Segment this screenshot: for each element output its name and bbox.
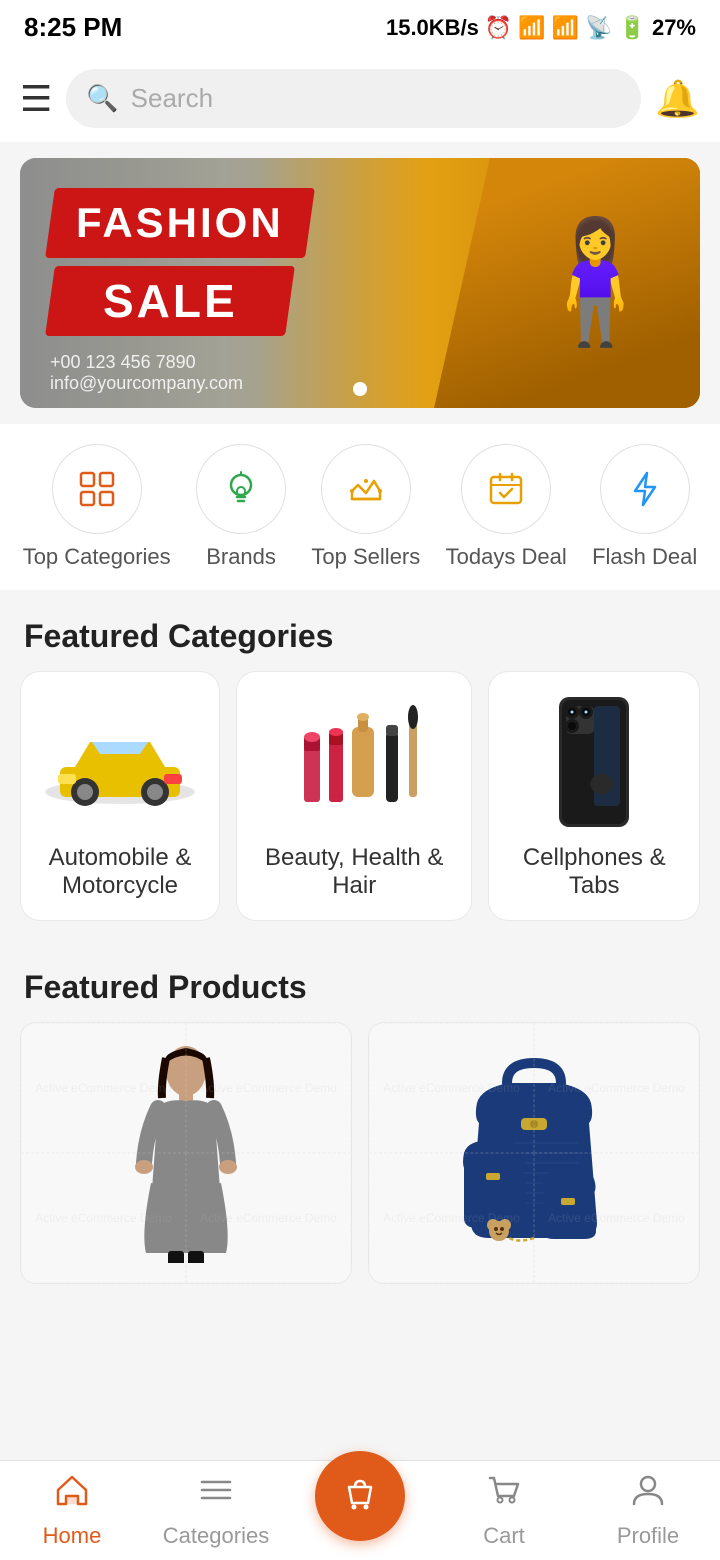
top-sellers-label: Top Sellers [311, 544, 420, 570]
banner-sale-text: SALE [103, 274, 238, 328]
cart-icon [486, 1472, 522, 1517]
featured-categories-heading: Featured Categories [0, 590, 720, 671]
cart-svg [486, 1472, 522, 1508]
nav-categories[interactable]: Categories [144, 1472, 288, 1549]
banner[interactable]: FASHION SALE +00 123 456 7890 info@yourc… [20, 158, 700, 408]
banner-person: 🧍‍♀️ [521, 213, 670, 353]
product-card-bag[interactable]: Active eCommerce Demo Active eCommerce D… [368, 1022, 700, 1284]
flash-deal-icon-circle [600, 444, 690, 534]
beauty-svg [274, 697, 434, 827]
header: ☰ 🔍 Search 🔔 [0, 55, 720, 142]
banner-phone: +00 123 456 7890 [50, 352, 310, 373]
nav-item-brands[interactable]: Brands [196, 444, 286, 570]
nav-item-top-sellers[interactable]: Top Sellers [311, 444, 420, 570]
cart-bag-icon [341, 1477, 379, 1515]
hamburger-icon[interactable]: ☰ [20, 78, 52, 120]
grid-icon [77, 469, 117, 509]
crown-icon [346, 469, 386, 509]
nav-cart[interactable]: Cart [432, 1472, 576, 1549]
todays-deal-icon-circle [461, 444, 551, 534]
categories-scroll: Automobile &Motorcycle [0, 671, 720, 941]
product-card-dress[interactable]: Active eCommerce Demo Active eCommerce D… [20, 1022, 352, 1284]
home-label: Home [43, 1523, 102, 1549]
cart-label: Cart [483, 1523, 525, 1549]
wifi-icon: 📡 [585, 15, 612, 41]
status-time: 8:25 PM [24, 12, 122, 43]
battery-percent: 27% [652, 15, 696, 41]
banner-email: info@yourcompany.com [50, 373, 310, 394]
banner-contact-info: +00 123 456 7890 info@yourcompany.com [50, 352, 310, 394]
calendar-check-icon [486, 469, 526, 509]
search-placeholder-text: Search [131, 83, 213, 114]
home-svg [54, 1472, 90, 1508]
automobile-image [40, 692, 200, 832]
flash-deal-label: Flash Deal [592, 544, 697, 570]
featured-products-heading: Featured Products [0, 941, 720, 1022]
center-cart-button[interactable] [315, 1451, 405, 1541]
phone-svg [534, 692, 654, 832]
home-icon [54, 1472, 90, 1517]
top-categories-label: Top Categories [23, 544, 171, 570]
bottom-navigation: Home Categories [0, 1460, 720, 1560]
dress-svg [116, 1043, 256, 1263]
cellphones-image [514, 692, 674, 832]
nav-profile[interactable]: Profile [576, 1472, 720, 1549]
beauty-label: Beauty, Health & Hair [257, 844, 451, 900]
nav-home[interactable]: Home [0, 1472, 144, 1549]
network-speed: 15.0KB/s [386, 15, 479, 41]
dress-product-image: Active eCommerce Demo Active eCommerce D… [21, 1023, 351, 1283]
category-card-automobile[interactable]: Automobile &Motorcycle [20, 671, 220, 921]
bottom-spacer [0, 1304, 720, 1414]
car-svg [40, 712, 200, 812]
automobile-label: Automobile &Motorcycle [49, 844, 192, 900]
brands-label: Brands [206, 544, 276, 570]
todays-deal-label: Todays Deal [446, 544, 567, 570]
list-svg [198, 1472, 234, 1508]
signal2-icon: 📶 [552, 15, 579, 41]
categories-label: Categories [163, 1523, 269, 1549]
brands-icon-circle [196, 444, 286, 534]
bell-icon[interactable]: 🔔 [655, 78, 700, 120]
bag-svg [459, 1053, 609, 1253]
search-bar[interactable]: 🔍 Search [66, 69, 641, 128]
profile-svg [630, 1472, 666, 1508]
top-categories-icon-circle [52, 444, 142, 534]
category-card-beauty[interactable]: Beauty, Health & Hair [236, 671, 472, 921]
nav-center-cart-wrapper [288, 1481, 432, 1541]
battery-icon: 🔋 [619, 15, 646, 41]
status-bar: 8:25 PM 15.0KB/s ⏰ 📶 📶 📡 🔋 27% [0, 0, 720, 55]
cellphones-label: Cellphones & Tabs [509, 844, 679, 900]
nav-item-top-categories[interactable]: Top Categories [23, 444, 171, 570]
banner-dot-indicator [353, 382, 367, 396]
quick-nav: Top Categories Brands Top Sellers [0, 424, 720, 590]
lightning-icon [625, 469, 665, 509]
nav-item-flash-deal[interactable]: Flash Deal [592, 444, 697, 570]
status-right: 15.0KB/s ⏰ 📶 📶 📡 🔋 27% [386, 15, 696, 41]
products-grid: Active eCommerce Demo Active eCommerce D… [0, 1022, 720, 1304]
banner-fashion-text: FASHION [76, 199, 284, 247]
top-sellers-icon-circle [321, 444, 411, 534]
beauty-image [274, 692, 434, 832]
category-card-cellphones[interactable]: Cellphones & Tabs [488, 671, 700, 921]
search-icon: 🔍 [86, 83, 118, 114]
bag-product-image: Active eCommerce Demo Active eCommerce D… [369, 1023, 699, 1283]
categories-icon [198, 1472, 234, 1517]
profile-label: Profile [617, 1523, 679, 1549]
alarm-icon: ⏰ [485, 15, 512, 41]
signal-icon: 📶 [518, 15, 545, 41]
nav-item-todays-deal[interactable]: Todays Deal [446, 444, 567, 570]
bulb-icon [221, 469, 261, 509]
profile-icon [630, 1472, 666, 1517]
